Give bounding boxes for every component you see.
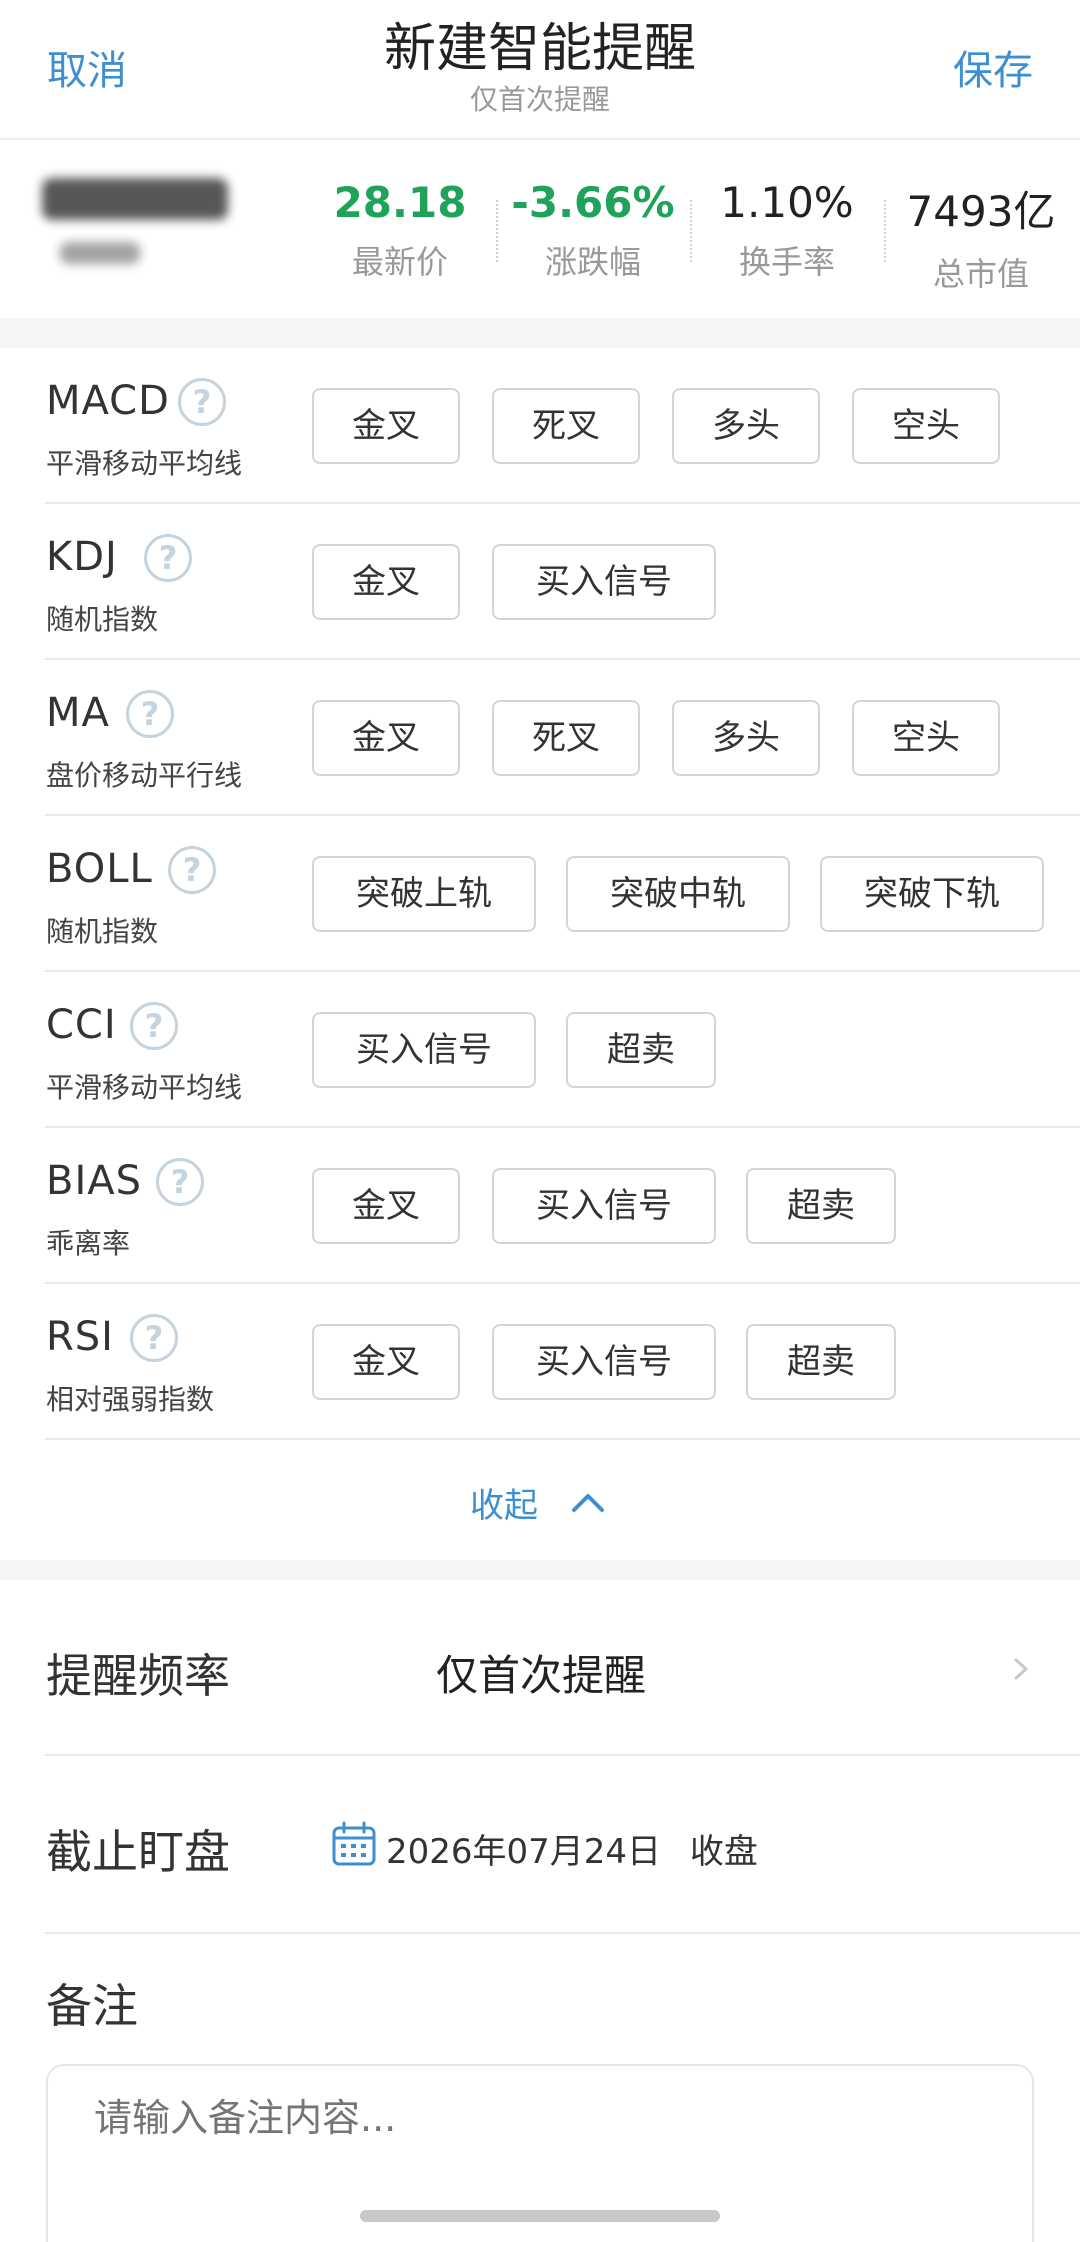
indicator-name: BIAS xyxy=(46,1158,142,1204)
indicator-row-kdj: KDJ ? 随机指数 金叉 买入信号 xyxy=(0,504,1080,660)
market-cap-value: 7493亿 xyxy=(906,187,1056,236)
indicator-desc: 盘价移动平行线 xyxy=(46,759,243,792)
page-title: 新建智能提醒 xyxy=(383,19,696,79)
indicator-desc: 随机指数 xyxy=(46,915,159,948)
indicator-row-cci: CCI ? 平滑移动平均线 买入信号 超卖 xyxy=(0,972,1080,1128)
tag-buy-signal[interactable]: 买入信号 xyxy=(492,1324,716,1400)
tag-bearish[interactable]: 空头 xyxy=(852,388,1000,464)
tag-golden-cross[interactable]: 金叉 xyxy=(312,388,460,464)
indicator-name: KDJ xyxy=(46,534,118,580)
help-icon[interactable]: ? xyxy=(130,1002,178,1050)
indicator-row-bias: BIAS ? 乖离率 金叉 买入信号 超卖 xyxy=(0,1128,1080,1284)
chevron-right-icon xyxy=(1014,1658,1028,1680)
nav-header: 取消 新建智能提醒 仅首次提醒 保存 xyxy=(0,0,1080,140)
metric-turnover: 1.10% 换手率 xyxy=(692,178,882,283)
frequency-value: 仅首次提醒 xyxy=(436,1651,647,1700)
indicator-desc: 相对强弱指数 xyxy=(46,1383,215,1416)
calendar-icon xyxy=(332,1821,376,1866)
indicator-name: BOLL xyxy=(46,846,153,892)
page-subtitle: 仅首次提醒 xyxy=(469,83,610,116)
change-pct-label: 涨跌幅 xyxy=(544,243,641,281)
change-pct-value: -3.66% xyxy=(511,178,675,227)
indicator-desc: 平滑移动平均线 xyxy=(46,447,243,480)
metric-market-cap: 7493亿 总市值 xyxy=(886,178,1076,295)
remark-input[interactable] xyxy=(94,2096,994,2140)
indicator-row-ma: MA ? 盘价移动平行线 金叉 死叉 多头 空头 xyxy=(0,660,1080,816)
tag-break-middle[interactable]: 突破中轨 xyxy=(566,856,790,932)
indicator-desc: 随机指数 xyxy=(46,603,159,636)
latest-price-label: 最新价 xyxy=(351,243,448,281)
turnover-label: 换手率 xyxy=(738,243,835,281)
market-cap-label: 总市值 xyxy=(932,255,1029,293)
stock-code-blurred xyxy=(60,242,140,264)
row-divider xyxy=(45,1932,1080,1934)
section-gap xyxy=(0,318,1080,348)
help-icon[interactable]: ? xyxy=(178,378,226,426)
tag-golden-cross[interactable]: 金叉 xyxy=(312,1324,460,1400)
metric-change-pct: -3.66% 涨跌幅 xyxy=(498,178,688,283)
turnover-value: 1.10% xyxy=(720,178,854,227)
until-time: 收盘 xyxy=(689,1832,758,1872)
tag-bullish[interactable]: 多头 xyxy=(672,700,820,776)
stock-summary: 28.18 最新价 -3.66% 涨跌幅 1.10% 换手率 7493亿 总市值 xyxy=(0,140,1080,318)
watch-until-label: 截止盯盘 xyxy=(46,1825,230,1879)
help-icon[interactable]: ? xyxy=(130,1314,178,1362)
indicator-name: MA xyxy=(46,690,110,736)
indicator-name: RSI xyxy=(46,1314,114,1360)
indicator-desc: 乖离率 xyxy=(46,1227,131,1260)
tag-death-cross[interactable]: 死叉 xyxy=(492,700,640,776)
tag-death-cross[interactable]: 死叉 xyxy=(492,388,640,464)
collapse-button[interactable]: 收起 xyxy=(0,1440,1080,1560)
indicator-row-rsi: RSI ? 相对强弱指数 金叉 买入信号 超卖 xyxy=(0,1284,1080,1440)
help-icon[interactable]: ? xyxy=(168,846,216,894)
tag-golden-cross[interactable]: 金叉 xyxy=(312,544,460,620)
tag-break-lower[interactable]: 突破下轨 xyxy=(820,856,1044,932)
indicator-desc: 平滑移动平均线 xyxy=(46,1071,243,1104)
indicator-name: CCI xyxy=(46,1002,117,1048)
tag-golden-cross[interactable]: 金叉 xyxy=(312,1168,460,1244)
tag-oversold[interactable]: 超卖 xyxy=(746,1324,896,1400)
tag-buy-signal[interactable]: 买入信号 xyxy=(492,1168,716,1244)
reminder-frequency-row[interactable]: 提醒频率 仅首次提醒 xyxy=(0,1580,1080,1756)
tag-buy-signal[interactable]: 买入信号 xyxy=(492,544,716,620)
help-icon[interactable]: ? xyxy=(144,534,192,582)
tag-bullish[interactable]: 多头 xyxy=(672,388,820,464)
collapse-label: 收起 xyxy=(470,1486,538,1526)
save-button[interactable]: 保存 xyxy=(953,38,1033,96)
tag-buy-signal[interactable]: 买入信号 xyxy=(312,1012,536,1088)
indicator-row-boll: BOLL ? 随机指数 突破上轨 突破中轨 突破下轨 xyxy=(0,816,1080,972)
section-gap xyxy=(0,1560,1080,1580)
indicator-list: MACD ? 平滑移动平均线 金叉 死叉 多头 空头 KDJ ? 随机指数 金叉… xyxy=(0,348,1080,1440)
watch-until-value[interactable]: 2026年07月24日 收盘 xyxy=(386,1824,758,1873)
until-date: 2026年07月24日 xyxy=(386,1832,662,1872)
help-icon[interactable]: ? xyxy=(126,690,174,738)
watch-until-row[interactable]: 截止盯盘 2026年07月24日 收盘 xyxy=(0,1756,1080,1934)
tag-break-upper[interactable]: 突破上轨 xyxy=(312,856,536,932)
remark-label: 备注 xyxy=(46,1979,138,2033)
tag-golden-cross[interactable]: 金叉 xyxy=(312,700,460,776)
tag-oversold[interactable]: 超卖 xyxy=(746,1168,896,1244)
chevron-up-icon xyxy=(572,1494,604,1512)
home-indicator xyxy=(360,2210,720,2222)
tag-oversold[interactable]: 超卖 xyxy=(566,1012,716,1088)
stock-name-blurred xyxy=(42,178,228,220)
frequency-label: 提醒频率 xyxy=(46,1649,230,1703)
indicator-row-macd: MACD ? 平滑移动平均线 金叉 死叉 多头 空头 xyxy=(0,348,1080,504)
latest-price-value: 28.18 xyxy=(333,178,467,227)
metric-latest-price: 28.18 最新价 xyxy=(305,178,495,283)
tag-bearish[interactable]: 空头 xyxy=(852,700,1000,776)
help-icon[interactable]: ? xyxy=(156,1158,204,1206)
indicator-name: MACD xyxy=(46,378,170,424)
